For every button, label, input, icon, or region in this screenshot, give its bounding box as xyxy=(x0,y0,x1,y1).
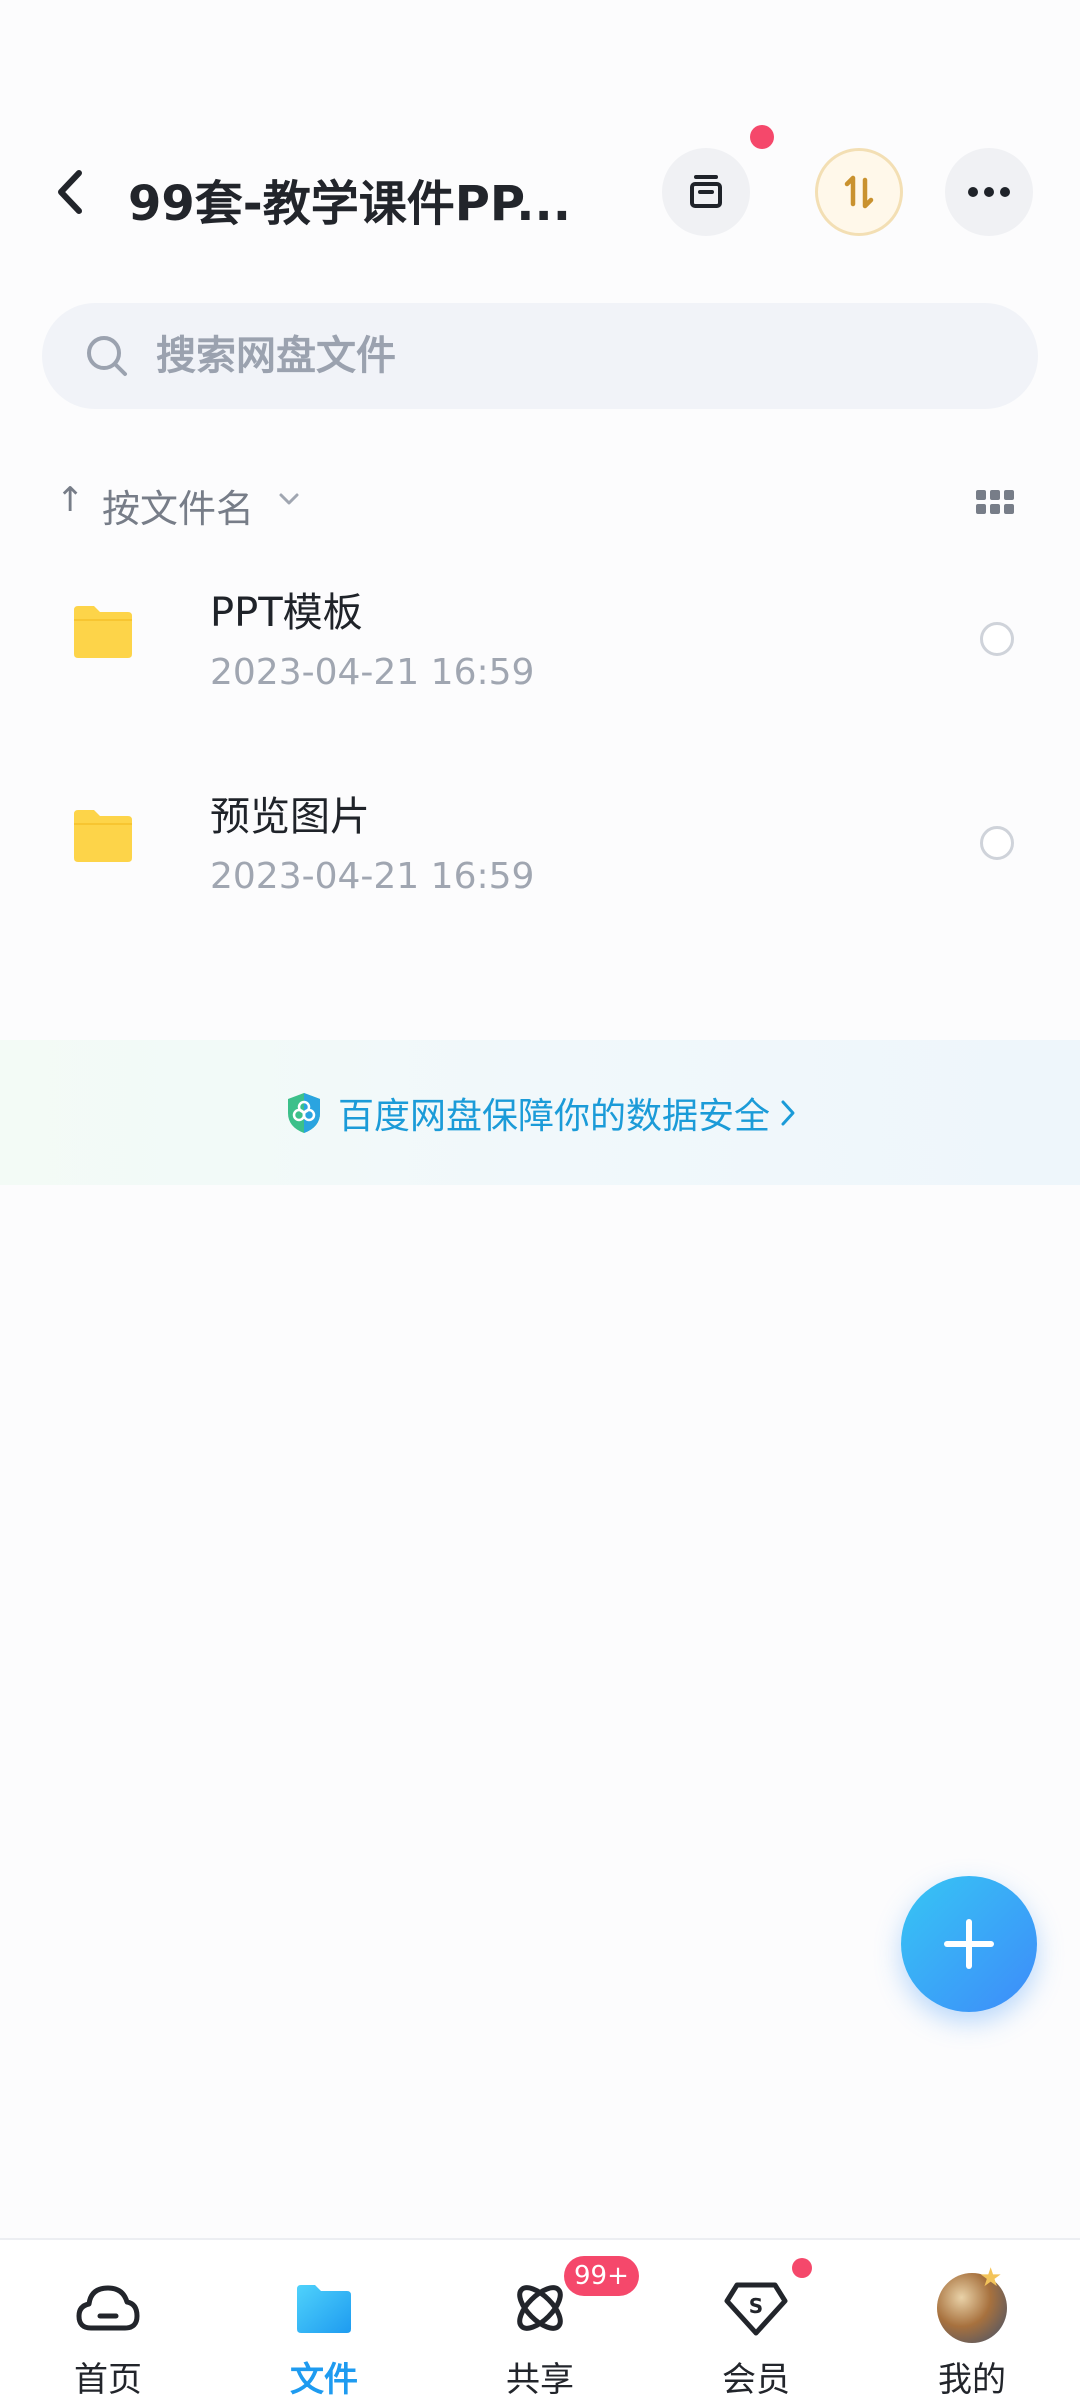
shield-icon xyxy=(287,1092,320,1133)
archive-box-icon xyxy=(690,175,722,208)
bottom-navigation: 首页 文件 99+ 共享 S 会员 ★ 我的 xyxy=(0,2238,1080,2400)
security-banner[interactable]: 百度网盘保障你的数据安全 xyxy=(0,1040,1080,1185)
chevron-left-icon xyxy=(58,170,82,214)
list-item[interactable]: PPT模板 2023-04-21 16:59 xyxy=(0,550,1080,730)
list-item[interactable]: 预览图片 2023-04-21 16:59 xyxy=(0,754,1080,934)
chevron-right-icon xyxy=(781,1100,795,1125)
vip-diamond-icon: S xyxy=(724,2282,788,2336)
svg-text:S: S xyxy=(749,2294,763,2318)
select-checkbox[interactable] xyxy=(980,826,1014,860)
nav-label: 首页 xyxy=(74,2360,142,2400)
search-input[interactable] xyxy=(156,303,956,409)
file-browser-page: 99套-教学课件PP... 搜索网盘文件 ↑ 按文件名 PPT模板 2023-0… xyxy=(0,0,1080,2400)
grid-view-icon[interactable] xyxy=(976,490,1016,518)
notification-dot xyxy=(750,125,774,149)
folder-icon xyxy=(297,2285,351,2333)
page-title: 99套-教学课件PP... xyxy=(128,176,571,232)
nav-label: 文件 xyxy=(290,2360,358,2400)
nav-label: 我的 xyxy=(938,2360,1006,2400)
file-name: 预览图片 xyxy=(210,794,370,840)
nav-item-me[interactable]: ★ 我的 xyxy=(864,2240,1080,2400)
more-dots-icon xyxy=(968,187,1010,197)
back-button[interactable] xyxy=(40,162,100,222)
nav-label: 会员 xyxy=(722,2360,790,2400)
file-time: 2023-04-21 16:59 xyxy=(210,652,535,693)
nav-label: 共享 xyxy=(506,2360,574,2400)
avatar: ★ xyxy=(937,2263,1007,2343)
search-bar[interactable] xyxy=(42,303,1038,409)
crown-icon: ★ xyxy=(979,2263,1003,2293)
chevron-down-icon[interactable] xyxy=(278,492,300,506)
folder-icon xyxy=(74,606,132,658)
cloud-icon xyxy=(76,2285,140,2331)
transfer-icon xyxy=(844,175,874,209)
notification-badge: 99+ xyxy=(564,2256,639,2296)
file-name: PPT模板 xyxy=(210,590,363,636)
nav-item-home[interactable]: 首页 xyxy=(0,2240,216,2400)
search-icon xyxy=(87,336,127,376)
file-time: 2023-04-21 16:59 xyxy=(210,856,535,897)
share-orbit-icon xyxy=(517,2285,563,2331)
folder-icon xyxy=(74,810,132,862)
banner-text: 百度网盘保障你的数据安全 xyxy=(337,1095,770,1137)
add-button[interactable] xyxy=(901,1876,1037,2012)
select-checkbox[interactable] xyxy=(980,622,1014,656)
nav-item-share[interactable]: 99+ 共享 xyxy=(432,2240,648,2400)
nav-item-files[interactable]: 文件 xyxy=(216,2240,432,2400)
sort-direction-icon[interactable]: ↑ xyxy=(56,480,85,520)
notification-dot xyxy=(792,2258,812,2278)
plus-icon xyxy=(944,1919,994,1969)
top-bar: 99套-教学课件PP... xyxy=(0,125,1080,250)
more-button[interactable] xyxy=(945,148,1033,236)
transfer-button[interactable] xyxy=(815,148,903,236)
sort-bar: ↑ 按文件名 xyxy=(0,470,1080,540)
sort-label[interactable]: 按文件名 xyxy=(102,478,254,533)
archive-button[interactable] xyxy=(662,148,750,236)
nav-item-vip[interactable]: S 会员 xyxy=(648,2240,864,2400)
